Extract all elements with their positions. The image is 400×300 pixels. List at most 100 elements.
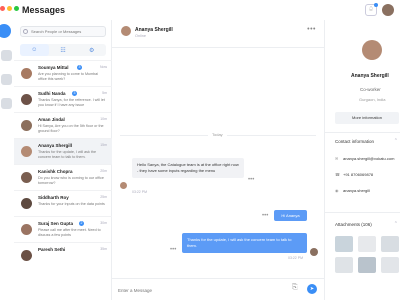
conversation-time: Now [99,65,107,69]
tab-groups[interactable]: ☷ [49,44,78,56]
minimize-window-button[interactable] [7,6,12,11]
unread-badge: 3 [72,91,77,96]
unread-badge: 3 [77,65,82,70]
message-options-icon[interactable]: ••• [170,247,176,253]
list-item[interactable]: Kanishk Chopra 20m Do you know who is co… [14,164,112,190]
bell-icon: ♤ [367,6,375,13]
chat-icon[interactable] [0,24,11,38]
close-window-button[interactable] [0,6,5,11]
more-options-icon[interactable]: ••• [307,26,316,33]
conversation-panel: ☺ ☷ ⚙ Soumya Mittal 3 Now Are you planni… [14,20,112,300]
day-label: Today [208,132,227,137]
conversation-name: Sudhi Nanda [38,91,66,96]
avatar [120,182,127,189]
contact-section-title[interactable]: Contact information [335,139,374,144]
list-item[interactable]: Paresh Sethi 35m [14,242,112,268]
conversation-time: 25m [100,195,107,199]
outgoing-message: Thanks for the update, I will ask the co… [182,233,307,253]
phone-icon: ☎ [335,172,340,177]
divider [325,212,400,213]
list-item[interactable]: Aman Jindal 10m Hi Sanya, Are you on the… [14,112,112,138]
user-avatar[interactable] [382,4,394,16]
conversation-preview: Do you know who is coming to our office … [38,176,104,185]
user-icon: ☺ [31,47,38,53]
avatar [21,250,32,261]
conversation-preview: Are you planning to come to Mumbai offic… [38,72,99,81]
avatar[interactable] [121,26,131,36]
chat-header: Ananya Shergill Online ••• [112,20,324,48]
conversation-preview: Hi Sanya, Are you on the 5th floor or th… [38,124,104,133]
conversation-preview: Thanks for your inputs on the data point… [38,202,105,206]
outgoing-message: Hi Ananya [274,210,307,221]
chevron-up-icon[interactable]: ⌃ [394,138,398,144]
avatar [21,68,32,79]
mail-icon: ✉ [335,156,339,161]
conversation-preview: Thanks for the update, I will ask the co… [38,150,97,159]
attachment-thumbnail[interactable] [358,236,376,252]
message-options-icon[interactable]: ••• [262,213,268,219]
avatar [21,224,32,235]
attachment-thumbnail[interactable] [335,236,353,252]
image-icon[interactable] [1,98,12,109]
profile-location: Gurgaon, India [359,97,386,102]
avatar [21,120,32,131]
divider [325,132,400,133]
attachment-thumbnail[interactable] [381,236,399,252]
conversation-time: 5m [102,91,107,95]
search-icon [23,29,28,34]
message-input[interactable] [118,285,286,295]
conversation-preview: Thanks Sanya, for the reference. I will … [38,98,105,107]
chat-panel: Ananya Shergill Online ••• Today Hello S… [112,20,324,300]
star-icon[interactable] [1,74,12,85]
avatar [310,248,318,256]
conversation-name: Siddharth Roy [38,195,69,200]
email-value: ananya.shergill@vokatu.com [343,156,395,161]
attachment-thumbnail[interactable] [335,257,353,273]
list-item[interactable]: Siddharth Roy 25m Thanks for your inputs… [14,190,112,216]
user-icon[interactable] [1,50,12,61]
profile-role: Co-worker [360,87,381,92]
conversation-name: Paresh Sethi [38,247,66,252]
conversation-time: 10m [100,117,107,121]
conversation-name: Suraj Sen Gupta [38,221,74,226]
more-information-button[interactable]: More information [335,112,399,124]
settings-icon: ⚙ [88,47,95,54]
contact-phone[interactable]: ☎ +91 8706069878 [335,172,373,177]
app-header: Messages ♤ [14,0,400,20]
tab-settings[interactable]: ⚙ [77,44,106,56]
list-item[interactable]: Ananya Shergill 15m Thanks for the updat… [14,138,112,164]
conversation-preview: Please call me after the meet. Need to d… [38,228,101,237]
group-icon: ☷ [60,47,66,54]
header-actions: ♤ [365,3,394,16]
message-time: 03:22 PM [288,256,303,260]
contact-handle[interactable]: ◉ ananya.shergill [335,188,370,193]
attach-icon[interactable]: ⎘ [292,284,298,292]
avatar [21,172,32,183]
chevron-up-icon[interactable]: ⌃ [394,221,398,227]
attachment-grid [335,236,399,273]
conversation-name: Ananya Shergill [38,143,73,148]
message-options-icon[interactable]: ••• [248,177,254,183]
notification-dot [374,3,378,7]
contact-email[interactable]: ✉ ananya.shergill@vokatu.com [335,156,394,161]
send-button[interactable]: ➤ [307,284,317,294]
conversation-time: 20m [100,169,107,173]
conversation-list: Soumya Mittal 3 Now Are you planning to … [14,60,112,268]
search-input[interactable] [20,26,106,37]
handle-value: ananya.shergill [343,188,370,193]
attachment-thumbnail[interactable] [358,257,376,273]
app-rail [0,0,19,300]
attachments-section-title[interactable]: Attachments (106) [335,222,372,227]
message-time: 03:22 PM [132,190,147,194]
conversation-time: 15m [100,143,107,147]
notification-button[interactable]: ♤ [365,3,378,16]
attachment-thumbnail[interactable] [381,257,399,273]
chat-contact-name: Ananya Shergill [135,27,173,33]
list-item[interactable]: Sudhi Nanda 3 5m Thanks Sanya, for the r… [14,86,112,112]
tab-people[interactable]: ☺ [20,44,49,56]
list-item[interactable]: Soumya Mittal 3 Now Are you planning to … [14,60,112,86]
incoming-message: Hello Sanya, the Catalogue team is at th… [132,158,244,178]
conversation-time: 30m [100,221,107,225]
conversation-name: Soumya Mittal [38,65,69,70]
list-item[interactable]: Suraj Sen Gupta 2 30m Please call me aft… [14,216,112,242]
